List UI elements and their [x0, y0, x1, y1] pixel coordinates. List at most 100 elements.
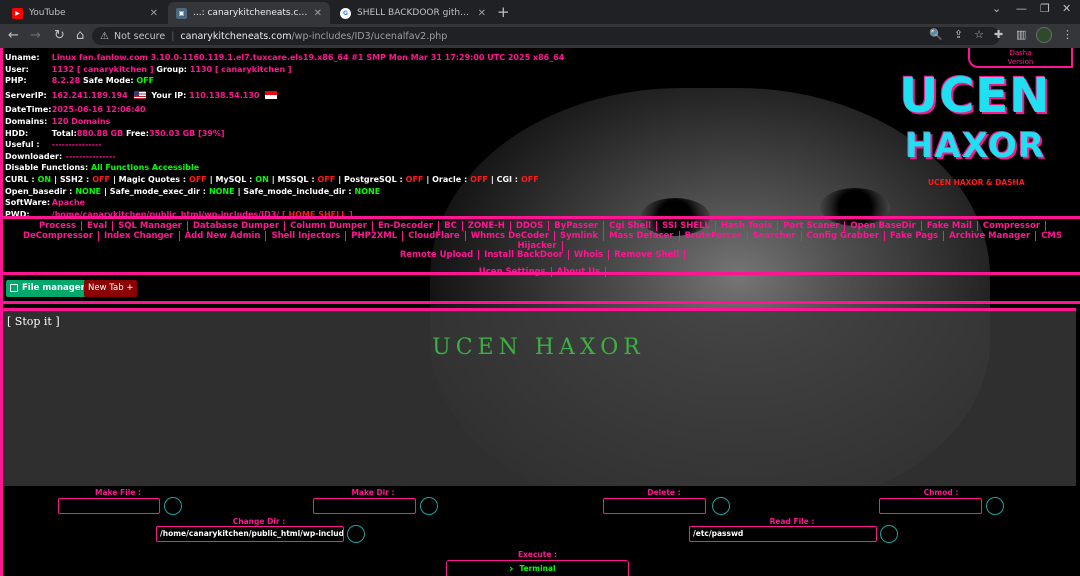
- menu-item-cloudflare[interactable]: CloudFlare: [403, 230, 466, 241]
- menu-item-config-grabber[interactable]: Config Grabber: [801, 230, 886, 241]
- menu-item-decompressor[interactable]: DeCompressor: [17, 230, 99, 241]
- close-window-icon[interactable]: ✕: [1062, 2, 1071, 15]
- menu-item-searcher[interactable]: Searcher: [747, 230, 802, 241]
- divider: [0, 272, 1080, 275]
- tab-shell-backdoor[interactable]: G SHELL BACKDOOR github - Penel ✕: [332, 2, 494, 24]
- chmod-input[interactable]: [879, 498, 982, 514]
- minimize-icon[interactable]: —: [1016, 2, 1027, 15]
- info-label: | MSSQL :: [271, 174, 315, 184]
- info-value: OFF: [470, 174, 488, 184]
- menu-item-mass-defacer[interactable]: Mass Defacer: [604, 230, 680, 241]
- menu-item-add-new-admin[interactable]: Add New Admin: [179, 230, 267, 241]
- menu-item-ssi-shell[interactable]: SSI SHELL: [657, 221, 716, 231]
- menu-item-shell-injectors[interactable]: Shell Injectors: [266, 230, 347, 241]
- info-label: Disable Functions:: [5, 163, 89, 173]
- new-tab-button[interactable]: New Tab +: [84, 280, 138, 297]
- menu-item-bypasser[interactable]: ByPasser: [549, 221, 605, 231]
- info-value: NONE: [354, 186, 381, 196]
- menu-item-whois[interactable]: Whois: [568, 250, 610, 261]
- url-path: /wp-includes/ID3/ucenalfav2.php: [291, 30, 448, 42]
- make-dir-go-button[interactable]: [420, 497, 438, 515]
- read-file-go-button[interactable]: [880, 525, 898, 543]
- info-downloader: Downloader: ---------------: [5, 151, 885, 163]
- info-value: 110.138.54.130: [189, 90, 260, 100]
- menu-item-index-changer[interactable]: Index Changer: [98, 230, 180, 241]
- menu-item-open-basedir[interactable]: Open BaseDir: [845, 221, 922, 231]
- reload-icon[interactable]: ↻: [54, 28, 65, 43]
- server-info: Uname: Linux fan.fanlow.com 3.10.0-1160.…: [5, 52, 885, 220]
- menu-item-whmcs-decoder[interactable]: Whmcs DeCoder: [465, 230, 556, 241]
- menu-item-process[interactable]: Process: [33, 221, 83, 231]
- us-flag-icon: [133, 91, 146, 100]
- bookmark-star-icon[interactable]: ☆: [974, 28, 984, 41]
- info-label: PHP:: [5, 76, 27, 86]
- make-dir-input[interactable]: [313, 498, 416, 514]
- menu-kebab-icon[interactable]: ⋮: [1062, 28, 1073, 41]
- profile-avatar[interactable]: [1036, 27, 1052, 43]
- forward-icon[interactable]: →: [30, 28, 41, 43]
- info-value: 1132 [ canarykitchen ]: [51, 64, 154, 74]
- extensions-icon[interactable]: ✚: [994, 28, 1003, 41]
- close-icon[interactable]: ✕: [478, 8, 486, 19]
- home-icon[interactable]: ⌂: [76, 28, 84, 43]
- make-dir-label: Make Dir :: [351, 488, 395, 497]
- tab-canarykitcheneats[interactable]: ▣ ...: canarykitcheneats.com ~ UCE ✕: [168, 2, 330, 24]
- delete-input[interactable]: [603, 498, 706, 514]
- chmod-go-button[interactable]: [986, 497, 1004, 515]
- menu-item-column-dumper[interactable]: Column Dumper: [285, 221, 373, 231]
- dasha-badge-line: Dasha: [1009, 49, 1032, 57]
- make-file-input[interactable]: [58, 498, 160, 514]
- menu-item-install-backdoor[interactable]: Install BackDoor: [479, 250, 569, 261]
- menu-item-sql-manager[interactable]: SQL Manager: [113, 221, 188, 231]
- url-input[interactable]: ⚠ Not secure | canarykitcheneats.com /wp…: [92, 27, 1000, 45]
- menu-item-bc[interactable]: BC: [439, 221, 463, 231]
- menu-item-port-scaner[interactable]: Port Scaner: [778, 221, 846, 231]
- info-label: | Safe_mode_exec_dir :: [104, 186, 206, 196]
- menu-item-archive-manager[interactable]: Archive Manager: [944, 230, 1037, 241]
- dasha-badge-line: Version: [1007, 58, 1034, 66]
- info-value: OFF: [136, 76, 155, 86]
- tab-search-icon[interactable]: ⌄: [992, 2, 1001, 15]
- tab-label: YouTube: [29, 8, 66, 18]
- tab-youtube[interactable]: ▶ YouTube ✕: [4, 2, 166, 24]
- menu-item-remote-upload[interactable]: Remote Upload: [394, 250, 480, 261]
- info-hdd: HDD: Total:880.88 GB Free:350.03 GB [39%…: [5, 128, 885, 140]
- close-icon[interactable]: ✕: [314, 8, 322, 19]
- menu-item-fake-mail[interactable]: Fake Mail: [921, 221, 978, 231]
- info-label: | PostgreSQL :: [338, 174, 403, 184]
- sidepanel-icon[interactable]: ▥: [1016, 28, 1026, 41]
- url-host: canarykitcheneats.com: [180, 30, 292, 42]
- terminal-execute-button[interactable]: › Terminal: [446, 560, 629, 576]
- menu-item-symlink[interactable]: Symlink: [555, 230, 605, 241]
- menu-item-compressor[interactable]: Compressor: [977, 221, 1047, 231]
- menu-item-fake-pags[interactable]: Fake Pags: [885, 230, 945, 241]
- file-manager-button[interactable]: File manager: [6, 280, 89, 297]
- new-tab-icon[interactable]: +: [497, 3, 510, 21]
- back-icon[interactable]: ←: [8, 28, 19, 43]
- make-file-go-button[interactable]: [164, 497, 182, 515]
- youtube-icon: ▶: [12, 7, 23, 19]
- read-file-input[interactable]: /etc/passwd: [689, 526, 877, 542]
- menu-item-hash-tools[interactable]: Hash Tools: [715, 221, 779, 231]
- stop-it-link[interactable]: [ Stop it ]: [7, 315, 60, 328]
- change-dir-input[interactable]: /home/canarykitchen/public_html/wp-inclu…: [156, 526, 344, 542]
- info-openbasedir: Open_basedir : NONE | Safe_mode_exec_dir :…: [5, 186, 885, 198]
- info-extensions: CURL : ON | SSH2 : OFF | Magic Quotes : OFF | …: [5, 174, 885, 186]
- menu-item-zone-h[interactable]: ZONE-H: [462, 221, 511, 231]
- menu-item-ddos[interactable]: DDOS: [510, 221, 550, 231]
- close-icon[interactable]: ✕: [150, 8, 158, 19]
- zoom-icon[interactable]: 🔍: [929, 28, 943, 41]
- menu-item-database-dumper[interactable]: Database Dumper: [187, 221, 286, 231]
- restore-icon[interactable]: ❐: [1040, 2, 1050, 15]
- security-label[interactable]: Not secure: [114, 31, 165, 42]
- info-value: ON: [255, 174, 269, 184]
- delete-go-button[interactable]: [712, 497, 730, 515]
- menu-item-bruteforcer[interactable]: BruteForcer: [679, 230, 748, 241]
- menu-item-eval[interactable]: Eval: [82, 221, 114, 231]
- menu-item-php2xml[interactable]: PHP2XML: [346, 230, 404, 241]
- menu-item-en-decoder[interactable]: En-Decoder: [373, 221, 440, 231]
- menu-item-cgi-shell[interactable]: Cgi Shell: [604, 221, 658, 231]
- change-dir-go-button[interactable]: [347, 525, 365, 543]
- share-icon[interactable]: ⇪: [954, 28, 963, 41]
- menu-item-remove-shell[interactable]: Remove Shell: [609, 250, 686, 261]
